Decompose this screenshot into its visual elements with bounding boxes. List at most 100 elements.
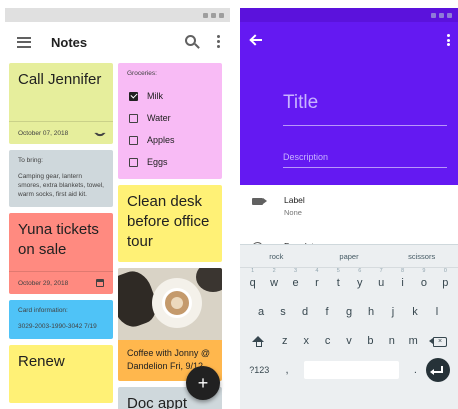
key-g[interactable]: g	[338, 304, 360, 320]
battery-icon	[219, 12, 224, 18]
key-hint: 8	[401, 267, 405, 274]
wifi-icon	[431, 12, 436, 18]
suggestion-strip: rock paper scissors	[240, 245, 458, 268]
note-label: Card information:	[18, 307, 68, 314]
key-letter: r	[315, 276, 319, 289]
checklist-item[interactable]: Apples	[118, 129, 222, 151]
new-note-screen: Label None Due date rock paper scissors …	[240, 8, 458, 409]
note-title: Yuna tickets on sale	[18, 221, 99, 258]
checklist-item[interactable]: Milk	[118, 85, 222, 107]
key-letter: o	[420, 276, 428, 289]
key-hint: 6	[358, 267, 362, 274]
note-card[interactable]: Yuna tickets on sale October 29, 2018	[9, 213, 113, 294]
key-c[interactable]: c	[317, 333, 338, 349]
key-a[interactable]: a	[250, 304, 272, 320]
key-z[interactable]: z	[274, 333, 295, 349]
suggestion-item[interactable]: rock	[240, 245, 313, 267]
note-card-groceries[interactable]: Groceries: Milk Water Apples Eggs	[118, 63, 222, 179]
checklist-item-text: Milk	[147, 91, 163, 101]
key-p[interactable]: 0p	[435, 268, 456, 291]
key-m[interactable]: m	[403, 333, 424, 349]
checked-checkbox[interactable]	[129, 91, 138, 101]
notes-list-screen: Notes Call Jennifer October 07, 2018 To br…	[5, 8, 230, 409]
key-k[interactable]: k	[404, 304, 426, 320]
space-key[interactable]	[303, 360, 399, 379]
backspace-icon: ×	[428, 336, 447, 347]
checklist-item-text: Eggs	[147, 157, 168, 167]
enter-key[interactable]	[426, 357, 451, 382]
label-tag-icon	[252, 198, 267, 205]
key-i[interactable]: 8i	[392, 268, 413, 291]
keyboard-row-3: z x c v b n m ×	[240, 326, 458, 355]
note-title: Call Jennifer	[18, 71, 102, 88]
menu-icon[interactable]	[17, 36, 31, 48]
key-n[interactable]: n	[381, 333, 402, 349]
checkbox[interactable]	[129, 113, 138, 123]
key-hint: 7	[379, 267, 383, 274]
back-arrow-icon[interactable]	[250, 34, 262, 46]
notes-column-right: Groceries: Milk Water Apples Eggs Clean des…	[118, 63, 222, 409]
comma-key[interactable]: ,	[276, 362, 297, 378]
key-letter: i	[401, 276, 404, 289]
keyboard-row-1: 1q2w3e4r5t6y7u8i9o0p	[240, 268, 458, 297]
title-input[interactable]	[283, 86, 447, 126]
note-card-clean-desk[interactable]: Clean desk before office tour	[118, 185, 222, 262]
suggestion-item[interactable]: paper	[313, 245, 386, 267]
note-card[interactable]: To bring: Camping gear, lantern smores, e…	[9, 150, 113, 207]
key-y[interactable]: 6y	[349, 268, 370, 291]
note-card[interactable]: Renew	[9, 345, 113, 403]
note-body: 3029-2003-1990-3042 7/19	[18, 323, 97, 330]
key-letter: u	[378, 276, 385, 289]
calendar-icon	[96, 279, 104, 287]
key-q[interactable]: 1q	[242, 268, 263, 291]
reminder-date: October 29, 2018	[18, 279, 69, 287]
notes-column-left: Call Jennifer October 07, 2018 To bring: Ca…	[9, 63, 113, 409]
checkbox[interactable]	[129, 157, 138, 167]
checkbox[interactable]	[129, 135, 138, 145]
key-w[interactable]: 2w	[263, 268, 284, 291]
key-u[interactable]: 7u	[370, 268, 391, 291]
key-r[interactable]: 4r	[306, 268, 327, 291]
more-options-icon[interactable]	[447, 34, 450, 46]
key-j[interactable]: j	[382, 304, 404, 320]
label-title: Label	[284, 195, 305, 205]
key-letter: e	[292, 276, 299, 289]
key-d[interactable]: d	[294, 304, 316, 320]
key-t[interactable]: 5t	[328, 268, 349, 291]
checklist-item[interactable]: Eggs	[118, 151, 222, 173]
key-hint: 2	[272, 267, 276, 274]
checklist-item-text: Water	[147, 113, 171, 123]
key-b[interactable]: b	[360, 333, 381, 349]
soft-keyboard: rock paper scissors 1q2w3e4r5t6y7u8i9o0p…	[240, 244, 458, 409]
key-f[interactable]: f	[316, 304, 338, 320]
note-card[interactable]: Call Jennifer October 07, 2018	[9, 63, 113, 144]
label-row[interactable]: Label None	[240, 192, 458, 228]
shift-key[interactable]	[242, 333, 274, 349]
key-v[interactable]: v	[338, 333, 359, 349]
key-letter: t	[336, 276, 340, 289]
key-l[interactable]: l	[426, 304, 448, 320]
suggestion-item[interactable]: scissors	[385, 245, 458, 267]
more-options-icon[interactable]	[217, 35, 220, 48]
key-letter: w	[270, 276, 279, 289]
backspace-key[interactable]: ×	[424, 333, 456, 349]
checklist-item[interactable]: Water	[118, 107, 222, 129]
key-e[interactable]: 3e	[285, 268, 306, 291]
key-x[interactable]: x	[296, 333, 317, 349]
key-o[interactable]: 9o	[413, 268, 434, 291]
add-note-button[interactable]: +	[186, 366, 220, 400]
key-h[interactable]: h	[360, 304, 382, 320]
key-hint: 4	[315, 267, 319, 274]
search-icon[interactable]	[185, 35, 196, 46]
phone-icon	[94, 127, 106, 139]
note-label: Groceries:	[127, 70, 157, 77]
key-s[interactable]: s	[272, 304, 294, 320]
symbols-key[interactable]: ?123	[242, 362, 276, 378]
note-body: Camping gear, lantern smores, extra blan…	[18, 173, 104, 198]
label-value: None	[284, 208, 302, 217]
note-card[interactable]: Card information: 3029-2003-1990-3042 7/1…	[9, 300, 113, 339]
note-card-coffee[interactable]: Coffee with Jonny @ Dandelion Fri, 9/12	[118, 268, 222, 381]
description-input[interactable]	[283, 146, 447, 168]
period-key[interactable]: .	[405, 362, 426, 378]
status-bar	[240, 8, 458, 22]
